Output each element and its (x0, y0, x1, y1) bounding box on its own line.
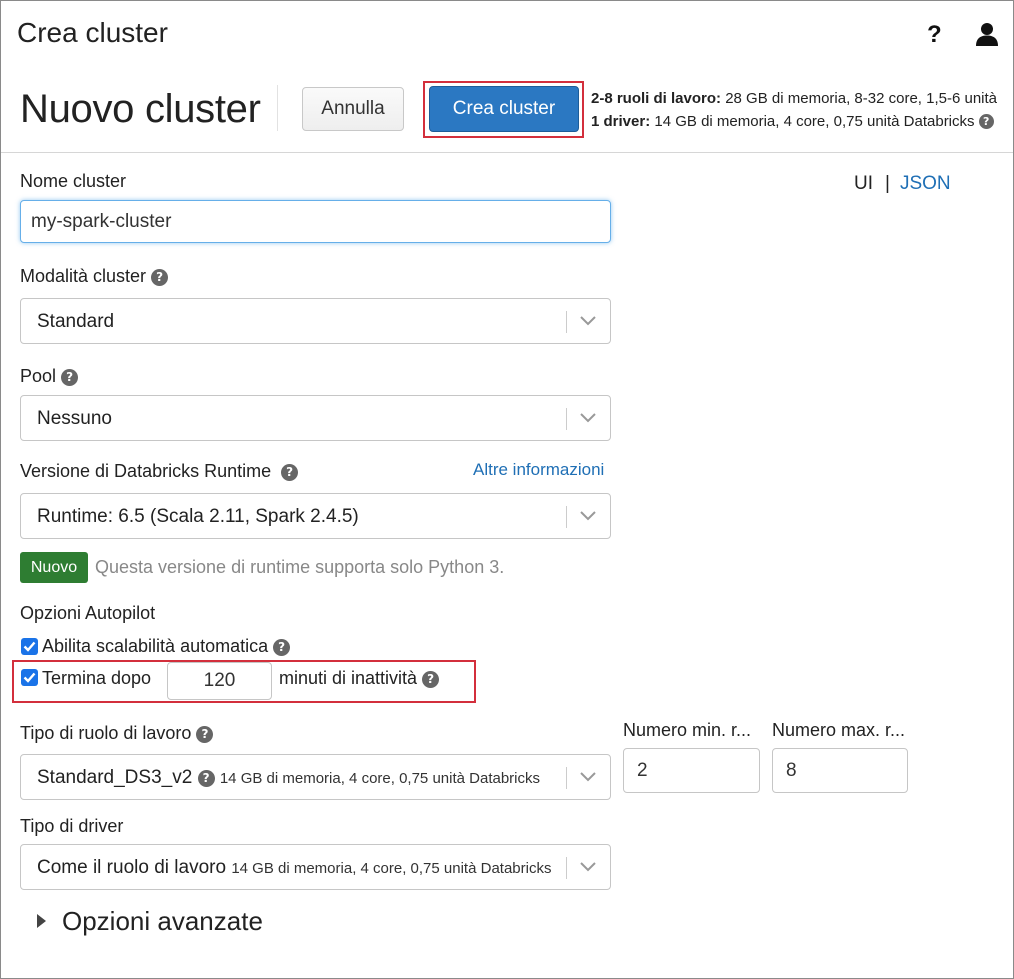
cluster-mode-select[interactable]: Standard (20, 298, 611, 344)
question-circle-icon[interactable]: ? (281, 464, 299, 481)
terminate-checkbox[interactable] (21, 669, 38, 686)
driver-type-label: Tipo di driver (20, 816, 124, 836)
pool-select[interactable]: Nessuno (20, 395, 611, 441)
workers-summary: 2-8 ruoli di lavoro: 28 GB di memoria, 8… (591, 90, 998, 107)
max-workers-input[interactable] (772, 748, 908, 793)
pool-value: Nessuno (37, 408, 112, 429)
cluster-summary: 2-8 ruoli di lavoro: 28 GB di memoria, 8… (591, 87, 997, 133)
chevron-down-icon (580, 413, 596, 423)
question-circle-icon[interactable]: ? (273, 639, 291, 656)
help-icon[interactable]: ? (927, 21, 942, 49)
worker-type-label: Tipo di ruolo di lavoro ? (20, 723, 214, 744)
caret-right-icon[interactable] (37, 914, 46, 928)
driver-type-value: Come il ruolo di lavoro 14 GB di memoria… (37, 857, 552, 878)
page-header: Nuovo cluster Annulla Crea cluster 2-8 r… (1, 67, 1013, 153)
chevron-down-icon (580, 511, 596, 521)
worker-type-detail: 14 GB di memoria, 4 core, 0,75 unità Dat… (219, 770, 540, 787)
driver-type-select[interactable]: Come il ruolo di lavoro 14 GB di memoria… (20, 844, 611, 890)
worker-type-value: Standard_DS3_v2 ? 14 GB di memoria, 4 co… (37, 767, 540, 788)
app-title: Crea cluster (17, 17, 168, 48)
chevron-down-icon (580, 862, 596, 872)
worker-type-select[interactable]: Standard_DS3_v2 ? 14 GB di memoria, 4 co… (20, 754, 611, 800)
create-cluster-button[interactable]: Crea cluster (429, 86, 579, 132)
view-toggle: UI | JSON (854, 173, 951, 195)
runtime-note: Questa versione di runtime supporta solo… (95, 557, 505, 577)
driver-type-detail: 14 GB di memoria, 4 core, 0,75 unità Dat… (231, 860, 552, 877)
terminate-label: Termina dopo (42, 668, 152, 688)
terminate-minutes-input[interactable] (167, 662, 272, 700)
cluster-name-label: Nome cluster (20, 171, 127, 191)
question-circle-icon[interactable]: ? (197, 770, 215, 787)
min-workers-input[interactable] (623, 748, 760, 793)
more-info-link[interactable]: Altre informazioni (473, 460, 604, 480)
pool-label: Pool ? (20, 366, 79, 387)
top-bar: Crea cluster ? (1, 1, 1013, 67)
new-badge: Nuovo (20, 552, 88, 583)
create-cluster-window: Crea cluster ? Nuovo cluster Annulla Cre… (0, 0, 1014, 979)
cluster-mode-label: Modalità cluster ? (20, 266, 169, 287)
autoscale-checkbox[interactable] (21, 638, 38, 655)
runtime-select[interactable]: Runtime: 6.5 (Scala 2.11, Spark 2.4.5) (20, 493, 611, 539)
min-workers-label: Numero min. r... (623, 720, 752, 740)
question-circle-icon[interactable]: ? (151, 269, 169, 286)
checkmark-icon (23, 641, 36, 652)
ui-view-tab[interactable]: UI (854, 173, 873, 194)
toggle-separator: | (885, 173, 890, 194)
page-title: Nuovo cluster (20, 87, 261, 131)
question-circle-icon[interactable]: ? (978, 114, 994, 129)
question-circle-icon[interactable]: ? (196, 726, 214, 743)
cancel-button[interactable]: Annulla (302, 87, 404, 131)
question-circle-icon[interactable]: ? (422, 671, 440, 688)
chevron-down-icon (580, 316, 596, 326)
cluster-mode-value: Standard (37, 311, 115, 332)
checkmark-icon (23, 672, 36, 683)
autopilot-label: Opzioni Autopilot (20, 603, 156, 623)
cluster-name-input[interactable] (20, 200, 611, 243)
question-circle-icon[interactable]: ? (61, 369, 79, 386)
autoscale-label: Abilita scalabilità automatica ? (42, 636, 291, 657)
runtime-label: Versione di Databricks Runtime ? (20, 461, 299, 482)
advanced-options-toggle[interactable]: Opzioni avanzate (62, 906, 263, 937)
json-view-tab[interactable]: JSON (900, 173, 951, 194)
chevron-down-icon (580, 772, 596, 782)
header-divider (277, 85, 278, 131)
terminate-suffix: minuti di inattività ? (279, 668, 440, 689)
max-workers-label: Numero max. r... (772, 720, 906, 740)
driver-summary: 1 driver: 14 GB di memoria, 4 core, 0,75… (591, 110, 997, 133)
runtime-value: Runtime: 6.5 (Scala 2.11, Spark 2.4.5) (37, 506, 359, 527)
user-icon[interactable] (974, 21, 1000, 47)
